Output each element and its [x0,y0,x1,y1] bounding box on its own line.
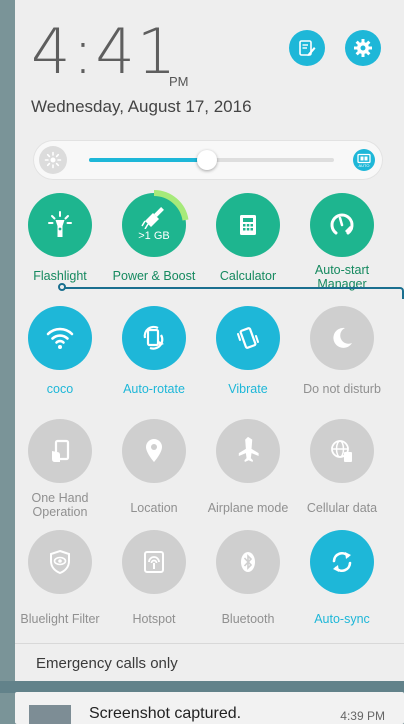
tile-flashlight-label: Flashlight [33,269,87,283]
notification-screenshot[interactable]: Screenshot captured. 4:39 PM [15,692,404,724]
tile-bluelight-filter[interactable]: Bluelight Filter [15,530,105,626]
gear-icon [354,39,372,57]
tile-wifi-label: coco [46,382,74,396]
auto-brightness-icon: AUTO [357,153,371,168]
tile-hotspot-button[interactable] [122,530,186,594]
notification-time: 4:39 PM [340,709,385,723]
tile-power-boost-button[interactable]: >1 GB [122,190,189,257]
calculator-icon [240,215,256,235]
vibrate-icon [237,327,259,349]
tile-hotspot[interactable]: Hotspot [109,530,199,626]
eye-shield-icon [50,549,70,575]
tutorial-pointer-dot [58,283,66,291]
carrier-status-bar: Emergency calls only [15,643,404,682]
tile-airplane-mode-label: Airplane mode [207,501,289,515]
tile-bluetooth-label: Bluetooth [221,612,275,626]
tile-auto-rotate-button[interactable] [122,306,186,370]
tile-hotspot-label: Hotspot [132,612,176,626]
tile-bluelight-filter-button[interactable] [28,530,92,594]
tile-power-boost-label: Power & Boost [112,269,196,283]
boost-badge: >1 GB [138,230,170,242]
tile-wifi-button[interactable] [28,306,92,370]
tile-wifi[interactable]: coco [15,306,105,396]
screenshot-thumbnail [29,705,71,724]
tile-auto-sync[interactable]: Auto-sync [297,530,387,626]
tile-vibrate[interactable]: Vibrate [203,306,293,396]
tile-auto-start-button[interactable] [310,193,374,257]
auto-start-icon [330,213,354,235]
clock: 4:41 PM [31,15,189,90]
tile-do-not-disturb[interactable]: Do not disturb [297,306,387,396]
tile-one-hand-button[interactable] [28,419,92,483]
tile-flashlight[interactable]: Flashlight [15,193,105,283]
tile-cellular-data[interactable]: Cellular data [297,419,387,515]
tile-vibrate-button[interactable] [216,306,280,370]
auto-brightness-button[interactable]: AUTO [353,149,375,171]
edit-quick-settings-button[interactable] [289,30,325,66]
tile-one-hand-label: One Hand Operation [31,491,89,519]
tutorial-pointer-line [62,287,404,299]
clock-ampm: PM [169,74,189,89]
flashlight-icon [48,211,72,237]
tile-vibrate-label: Vibrate [228,382,268,396]
clock-time: 4:41 [31,15,179,88]
tile-power-boost[interactable]: >1 GB Power & Boost [109,190,199,283]
tile-flashlight-button[interactable] [28,193,92,257]
auto-rotate-icon [143,325,164,350]
tile-do-not-disturb-label: Do not disturb [303,382,381,396]
brightness-slider-fill [89,158,207,162]
tile-auto-sync-label: Auto-sync [314,612,370,626]
settings-button[interactable] [345,30,381,66]
svg-text:AUTO: AUTO [358,163,369,168]
tile-calculator-button[interactable] [216,193,280,257]
tile-location-button[interactable] [122,419,186,483]
tile-cellular-data-button[interactable] [310,419,374,483]
globe-data-icon [331,440,352,462]
tile-auto-rotate[interactable]: Auto-rotate [109,306,199,396]
brightness-icon [39,146,67,174]
boost-ring [153,190,189,221]
tile-cellular-data-label: Cellular data [306,501,378,515]
tile-airplane-mode-button[interactable] [216,419,280,483]
brightness-control: AUTO [33,140,383,180]
emergency-calls-label: Emergency calls only [36,655,178,672]
tile-calculator-label: Calculator [219,269,277,283]
one-hand-icon [52,439,70,462]
tile-do-not-disturb-button[interactable] [310,306,374,370]
date-label: Wednesday, August 17, 2016 [31,97,252,116]
brightness-slider-thumb[interactable] [197,150,217,170]
moon-icon [333,327,352,348]
sync-icon [332,552,352,572]
hotspot-icon [144,551,164,573]
edit-note-icon [299,40,316,56]
brightness-slider[interactable] [89,150,334,170]
home-screen-edge [0,0,15,724]
location-pin-icon [146,439,162,462]
tile-auto-start[interactable]: Auto-start Manager [297,193,387,291]
quick-settings-panel: 4:41 PM Wednesday, August 17, 2016 AUTO … [15,0,404,680]
tile-location[interactable]: Location [109,419,199,515]
notification-title: Screenshot captured. [89,705,242,722]
tile-bluelight-filter-label: Bluelight Filter [20,612,100,626]
tile-location-label: Location [130,501,178,515]
tile-auto-sync-button[interactable] [310,530,374,594]
tile-auto-rotate-label: Auto-rotate [123,382,185,396]
tile-bluetooth[interactable]: Bluetooth [203,530,293,626]
bluetooth-icon [241,552,255,572]
tile-bluetooth-button[interactable] [216,530,280,594]
tile-calculator[interactable]: Calculator [203,193,293,283]
tile-airplane-mode[interactable]: Airplane mode [203,419,293,515]
airplane-icon [238,437,259,462]
wifi-icon [46,327,74,349]
tile-one-hand[interactable]: One Hand Operation [15,419,105,519]
